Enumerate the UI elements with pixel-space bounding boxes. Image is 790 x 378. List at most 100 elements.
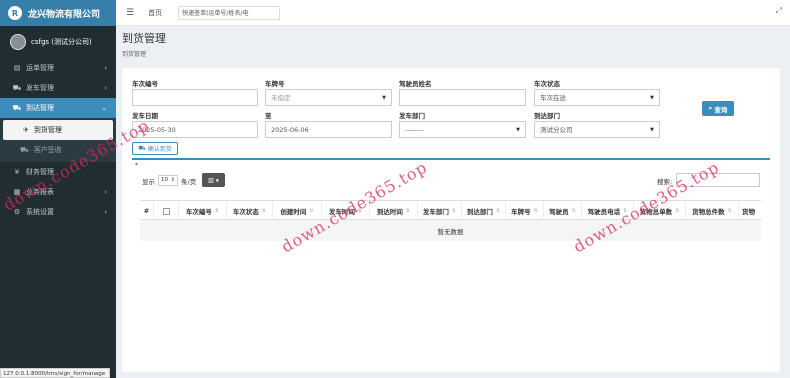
expand-icon[interactable]: ⤢ bbox=[776, 6, 782, 16]
sidebar-subitem-goods-arrival[interactable]: ✈ 到货管理 bbox=[3, 120, 113, 140]
sort-icon: ⇅ bbox=[495, 208, 501, 214]
per-page-label: 条/页 bbox=[181, 177, 197, 186]
caret-down-icon: ▼ bbox=[215, 177, 219, 183]
col-index[interactable]: # bbox=[140, 201, 154, 221]
chevron-left-icon: ‹ bbox=[104, 208, 107, 216]
sort-icon: ⇅ bbox=[309, 208, 314, 214]
sidebar-subitem-label: 客户签收 bbox=[33, 146, 62, 154]
depart-date-start-field[interactable]: 2025-05-30 bbox=[132, 121, 258, 138]
plate-select-value: 未指定 bbox=[271, 94, 291, 102]
col-label: 货物总单数 bbox=[639, 208, 673, 216]
page-title: 到货管理 bbox=[122, 32, 166, 45]
sidebar-item-label: 到达管理 bbox=[26, 104, 54, 112]
sort-icon: ⇅ bbox=[451, 208, 457, 214]
col-depart-dept[interactable]: 发车部门 ⇅ bbox=[418, 201, 462, 221]
sidebar-item-settings[interactable]: ⚙ 系统设置 ‹ bbox=[0, 202, 116, 222]
col-arrive-time[interactable]: 到达时间 ⇅ bbox=[370, 201, 418, 221]
caret-down-icon: ▼ bbox=[382, 95, 386, 101]
sidebar-item-label: 业务报表 bbox=[26, 188, 54, 196]
sort-icon: ⇅ bbox=[261, 208, 267, 214]
depart-dept-select[interactable]: -------- ▼ bbox=[399, 121, 526, 138]
vehicle-no-field[interactable] bbox=[132, 89, 258, 106]
truck-icon: ⛟ bbox=[12, 83, 22, 92]
top-header: ☰ 首页 快速查单(运单号/姓名/电 ⤢ bbox=[116, 0, 790, 26]
status-label: 车次状态 bbox=[534, 80, 560, 88]
col-label: 发车部门 bbox=[422, 208, 449, 216]
columns-icon: ▥ bbox=[208, 176, 214, 184]
sort-icon: ⇅ bbox=[405, 208, 411, 214]
col-arrive-dept[interactable]: 到达部门 ⇅ bbox=[462, 201, 506, 221]
page-size-value: 10 bbox=[161, 177, 168, 183]
sidebar-subitem-customer-signoff[interactable]: ⛟ 客户签收 bbox=[0, 140, 116, 160]
user-panel[interactable]: csfgs (测试分公司) bbox=[0, 26, 116, 58]
plate-select[interactable]: 未指定 ▼ bbox=[265, 89, 392, 106]
sort-icon: ⇅ bbox=[623, 208, 628, 214]
chevron-left-icon: ‹ bbox=[104, 84, 107, 92]
brand-logo-icon: R bbox=[8, 6, 22, 20]
gear-icon: ⚙ bbox=[13, 208, 21, 216]
col-label: 发车时间 bbox=[328, 208, 355, 216]
col-depart-time[interactable]: 发车时间 ⇅ bbox=[322, 201, 370, 221]
sidebar-item-finance[interactable]: ¥ 财务管理 bbox=[0, 162, 116, 182]
arrive-dept-select[interactable]: 测试分公司 ▼ bbox=[534, 121, 660, 138]
col-vehicle-status[interactable]: 车次状态 ⇅ bbox=[227, 201, 273, 221]
col-driver-phone[interactable]: 驾驶员电话 ⇅ bbox=[582, 201, 634, 221]
depart-date-end-field[interactable]: 2025-06-06 bbox=[265, 121, 392, 138]
table-search-label: 搜索: bbox=[657, 178, 673, 186]
query-button[interactable]: ⌕ 查询 bbox=[702, 101, 734, 116]
col-goods[interactable]: 货物 bbox=[739, 201, 761, 221]
sidebar-item-label: 系统设置 bbox=[26, 208, 54, 216]
col-plate[interactable]: 车牌号 ⇅ bbox=[506, 201, 544, 221]
sidebar-item-label: 财务管理 bbox=[26, 168, 54, 176]
sidebar-subitem-label: 到货管理 bbox=[33, 126, 62, 134]
user-name: csfgs (测试分公司) bbox=[31, 38, 92, 46]
report-icon: ▦ bbox=[13, 188, 21, 196]
caret-down-icon: ▼ bbox=[650, 127, 654, 133]
required-marker: * bbox=[135, 162, 138, 169]
search-icon: ⌕ bbox=[708, 104, 713, 112]
sidebar: R 龙兴物流有限公司 csfgs (测试分公司) ▤ 运单管理 ‹ ⛟ 发车管理… bbox=[0, 0, 116, 378]
plane-land-icon: ✈ bbox=[23, 126, 29, 134]
table-search-input[interactable] bbox=[676, 173, 760, 187]
avatar bbox=[10, 34, 26, 50]
sidebar-item-reports[interactable]: ▦ 业务报表 ‹ bbox=[0, 182, 116, 202]
caret-down-icon: ▼ bbox=[516, 127, 520, 133]
section-divider bbox=[132, 158, 770, 160]
status-select-value: 车次在途 bbox=[540, 94, 566, 102]
col-select-all[interactable] bbox=[154, 201, 179, 221]
caret-updown-icon: ⇕ bbox=[170, 177, 175, 183]
col-vehicle-no[interactable]: 车次编号 ⇅ bbox=[179, 201, 227, 221]
page-size-select[interactable]: 10 ⇕ bbox=[158, 175, 178, 186]
brand-header[interactable]: R 龙兴物流有限公司 bbox=[0, 0, 116, 26]
status-select[interactable]: 车次在途 ▼ bbox=[534, 89, 660, 106]
page-length-control: 显示 10 ⇕ 条/页 bbox=[142, 175, 196, 186]
confirm-arrival-button[interactable]: ⛟ 确认到货 bbox=[132, 142, 178, 155]
sidebar-item-label: 发车管理 bbox=[26, 84, 54, 92]
main-panel: 车次编号 车牌号 驾驶员姓名 车次状态 未指定 ▼ 车次在途 ▼ 发车日期 至 … bbox=[122, 67, 780, 372]
menu-toggle-icon[interactable]: ☰ bbox=[126, 8, 134, 18]
sidebar-item-waybill[interactable]: ▤ 运单管理 ‹ bbox=[0, 58, 116, 78]
col-created-time[interactable]: 创建时间 ⇅ bbox=[273, 201, 322, 221]
sidebar-item-arrival[interactable]: ⛟ 到达管理 ⌄ bbox=[0, 98, 116, 118]
sidebar-item-dispatch[interactable]: ⛟ 发车管理 ‹ bbox=[0, 78, 116, 98]
content-header: 到货管理 到货管理 bbox=[122, 30, 166, 58]
col-total-pieces[interactable]: 货物总件数 ⇅ bbox=[686, 201, 739, 221]
empty-text: 暂无数据 bbox=[437, 227, 464, 236]
sort-icon: ⇅ bbox=[675, 208, 680, 214]
quick-search-input[interactable]: 快速查单(运单号/姓名/电 bbox=[178, 5, 281, 20]
col-total-orders[interactable]: 货物总单数 ⇅ bbox=[634, 201, 686, 221]
col-label: 车牌号 bbox=[511, 208, 531, 216]
col-label: 车次状态 bbox=[232, 208, 259, 216]
sidebar-item-label: 运单管理 bbox=[26, 64, 54, 72]
sort-icon: ⇅ bbox=[357, 208, 363, 214]
col-driver[interactable]: 驾驶员 ⇅ bbox=[544, 201, 582, 221]
depart-date-label: 发车日期 bbox=[132, 112, 158, 120]
driver-field[interactable] bbox=[399, 89, 526, 106]
nav-home[interactable]: 首页 bbox=[148, 8, 162, 18]
sort-icon: ⇅ bbox=[533, 208, 538, 214]
col-label: # bbox=[143, 207, 150, 215]
columns-toggle-button[interactable]: ▥ ▼ bbox=[202, 173, 225, 187]
status-url: 127.0.0.1:8000/tms/sign_for/manage bbox=[0, 368, 110, 378]
arrive-dept-label: 到达部门 bbox=[534, 112, 560, 120]
col-label: 到达时间 bbox=[376, 208, 403, 216]
